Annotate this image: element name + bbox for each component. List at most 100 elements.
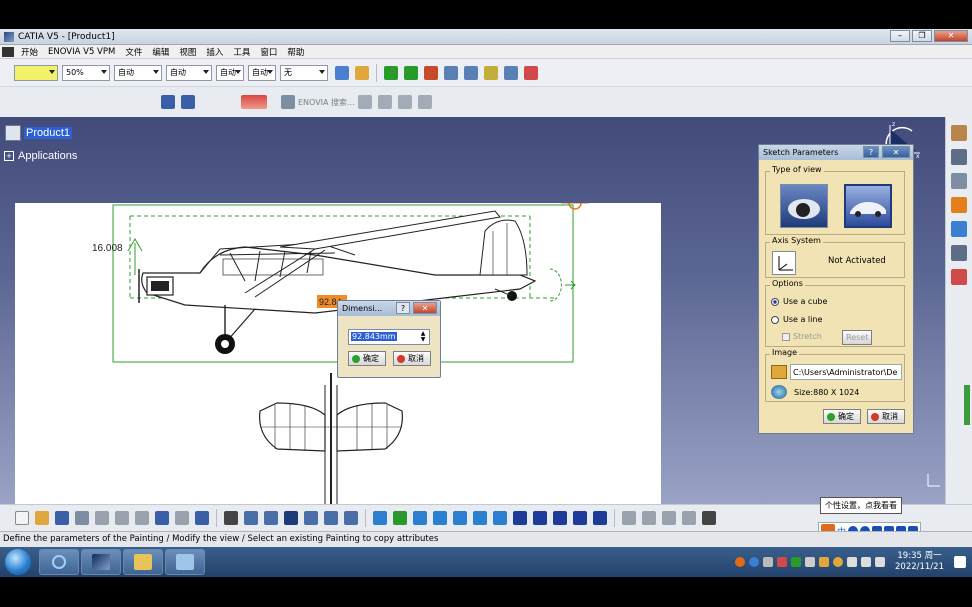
menu-start[interactable]: 开始 bbox=[16, 46, 43, 58]
tool-2-icon[interactable] bbox=[951, 269, 967, 285]
comment-icon[interactable] bbox=[244, 511, 258, 525]
help-button[interactable]: ? bbox=[396, 302, 410, 314]
catalog-icon[interactable] bbox=[524, 65, 538, 80]
close-button[interactable]: ✕ bbox=[934, 30, 968, 42]
format-painter-icon[interactable] bbox=[355, 65, 369, 80]
minimize-button[interactable]: – bbox=[890, 30, 910, 42]
dimension-value-input[interactable]: 92.843mm bbox=[351, 332, 397, 341]
taskbar-explorer[interactable] bbox=[123, 549, 163, 575]
stretch-checkbox[interactable]: Stretch bbox=[782, 332, 822, 341]
menu-tools[interactable]: 工具 bbox=[228, 46, 255, 58]
knowledge-icon[interactable] bbox=[304, 511, 318, 525]
enovia-tool-icon[interactable] bbox=[357, 95, 372, 109]
swap-space-icon[interactable] bbox=[593, 511, 607, 525]
stop-manipulate-icon[interactable] bbox=[504, 65, 518, 80]
sketch-dialog-close-button[interactable]: ✕ bbox=[882, 146, 910, 158]
enovia-tool-2-icon[interactable] bbox=[377, 95, 392, 109]
help-button[interactable]: ? bbox=[863, 146, 879, 158]
color-combo[interactable] bbox=[14, 64, 58, 81]
formula-icon[interactable] bbox=[224, 511, 238, 525]
layer-combo[interactable]: 无 bbox=[280, 64, 328, 81]
side-view-button[interactable] bbox=[844, 184, 892, 228]
tree-root-label[interactable]: Product1 bbox=[24, 127, 73, 139]
save-icon[interactable] bbox=[55, 511, 69, 525]
reset-button[interactable]: Reset bbox=[842, 330, 872, 345]
fit-all-icon[interactable] bbox=[393, 511, 407, 525]
line-type-combo[interactable]: 自动 bbox=[166, 64, 212, 81]
open-file-icon[interactable] bbox=[35, 511, 49, 525]
tool-icon[interactable] bbox=[951, 245, 967, 261]
constraint-icon[interactable] bbox=[464, 65, 478, 80]
camera-icon[interactable] bbox=[702, 511, 716, 525]
sketch-cancel-button[interactable]: 取消 bbox=[867, 409, 905, 424]
spec-tree-root[interactable]: Product1 bbox=[5, 125, 73, 141]
tool-disabled-icon[interactable] bbox=[622, 511, 636, 525]
sogou-tray-icon[interactable] bbox=[735, 557, 745, 567]
shading-icon[interactable] bbox=[553, 511, 567, 525]
3d-viewport[interactable]: Product1 + Applications z x 16.008 92.84… bbox=[0, 117, 945, 504]
tray-app-icon[interactable] bbox=[777, 557, 787, 567]
material-icon[interactable] bbox=[951, 197, 967, 213]
select-arrow-icon[interactable] bbox=[951, 149, 967, 165]
snap-icon[interactable] bbox=[404, 65, 418, 80]
paste-icon[interactable] bbox=[135, 511, 149, 525]
network-icon[interactable] bbox=[861, 557, 871, 567]
use-cube-radio[interactable]: Use a cube bbox=[771, 297, 827, 306]
menu-insert[interactable]: 插入 bbox=[201, 46, 228, 58]
image-path-field[interactable]: C:\Users\Administrator\De bbox=[790, 364, 902, 380]
line-thickness-combo[interactable]: 自动 bbox=[114, 64, 162, 81]
tool-disabled-3-icon[interactable] bbox=[662, 511, 676, 525]
taskbar-clock[interactable]: 19:35 周一 2022/11/21 bbox=[895, 551, 944, 573]
menu-edit[interactable]: 编辑 bbox=[147, 46, 174, 58]
enovia-tool-4-icon[interactable] bbox=[417, 95, 432, 109]
tool-disabled-2-icon[interactable] bbox=[642, 511, 656, 525]
rotate-icon[interactable] bbox=[433, 511, 447, 525]
expand-icon[interactable]: + bbox=[4, 151, 14, 161]
sketch-tracer-2-icon[interactable] bbox=[181, 95, 195, 109]
use-line-radio[interactable]: Use a line bbox=[771, 315, 822, 324]
enovia-search-label[interactable]: ENOVIA 搜索... bbox=[298, 97, 355, 108]
document-menu-icon[interactable] bbox=[2, 46, 14, 57]
info-tray-icon[interactable] bbox=[763, 557, 773, 567]
spinner-arrows-icon[interactable]: ▲ ▼ bbox=[418, 331, 428, 343]
dimension-spin-field[interactable]: 92.843mm ▲ ▼ bbox=[348, 329, 430, 345]
transparency-combo[interactable]: 50% bbox=[62, 64, 110, 81]
param-icon[interactable] bbox=[344, 511, 358, 525]
painter-icon[interactable] bbox=[335, 65, 349, 80]
tray-app-6-icon[interactable] bbox=[847, 557, 857, 567]
dimension-ok-button[interactable]: 确定 bbox=[348, 351, 386, 366]
dialog-close-button[interactable]: ✕ bbox=[413, 302, 437, 314]
taskbar-catia[interactable] bbox=[81, 549, 121, 575]
pan-icon[interactable] bbox=[413, 511, 427, 525]
macro-icon[interactable] bbox=[324, 511, 338, 525]
rendering-style-combo[interactable]: 自动 bbox=[248, 64, 276, 81]
open-folder-icon[interactable] bbox=[771, 365, 787, 379]
multi-view-icon[interactable] bbox=[513, 511, 527, 525]
menu-file[interactable]: 文件 bbox=[120, 46, 147, 58]
radio-unchecked-icon[interactable] bbox=[771, 315, 779, 324]
menu-help[interactable]: 帮助 bbox=[282, 46, 309, 58]
zoom-in-icon[interactable] bbox=[453, 511, 467, 525]
normal-view-icon[interactable] bbox=[493, 511, 507, 525]
table-icon[interactable] bbox=[284, 511, 298, 525]
point-symbol-combo[interactable]: 自动 bbox=[216, 64, 244, 81]
axis-system-icon[interactable] bbox=[772, 251, 796, 275]
cut-icon[interactable] bbox=[95, 511, 109, 525]
perspective-view-button[interactable] bbox=[780, 184, 828, 228]
copy-icon[interactable] bbox=[115, 511, 129, 525]
dimension-cancel-button[interactable]: 取消 bbox=[393, 351, 431, 366]
green-scrollbar-handle[interactable] bbox=[964, 385, 970, 425]
menu-enovia[interactable]: ENOVIA V5 VPM bbox=[43, 47, 120, 57]
tray-app-4-icon[interactable] bbox=[819, 557, 829, 567]
measure-icon[interactable] bbox=[484, 65, 498, 80]
menu-window[interactable]: 窗口 bbox=[255, 46, 282, 58]
zoom-out-icon[interactable] bbox=[473, 511, 487, 525]
restore-button[interactable]: ❐ bbox=[912, 30, 932, 42]
taskbar-search[interactable] bbox=[39, 549, 79, 575]
view-options-icon[interactable] bbox=[951, 173, 967, 189]
start-button[interactable] bbox=[5, 549, 31, 575]
manipulate-icon[interactable] bbox=[444, 65, 458, 80]
iso-view-icon[interactable] bbox=[533, 511, 547, 525]
explode-icon[interactable] bbox=[424, 65, 438, 80]
sketch-tracer-icon[interactable] bbox=[951, 221, 967, 237]
